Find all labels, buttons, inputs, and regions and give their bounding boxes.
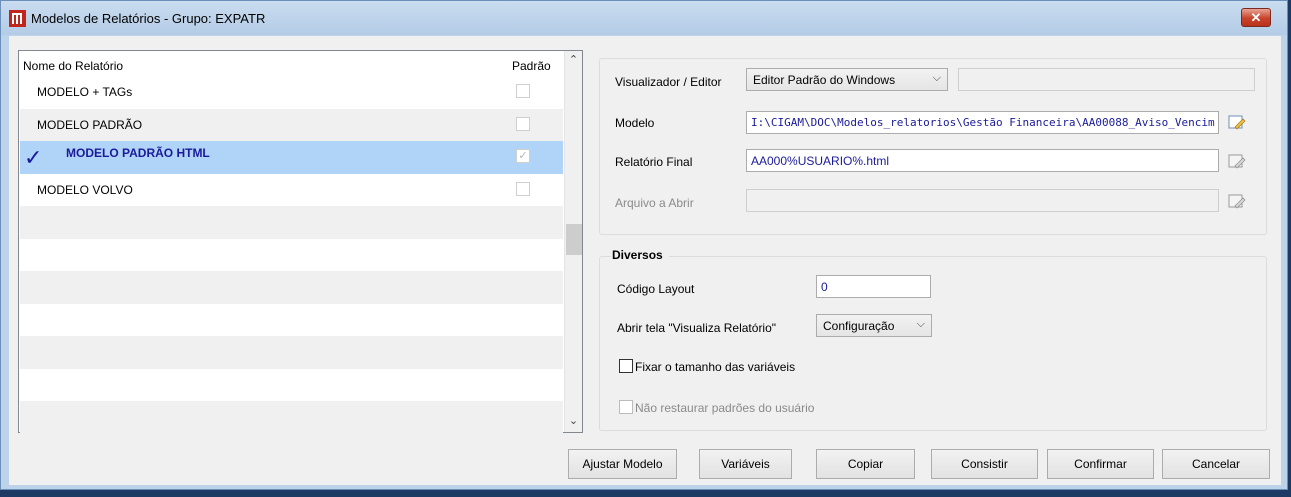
no-restore-checkbox — [619, 400, 633, 414]
viewer-select[interactable]: Editor Padrão do Windows ⌵ — [746, 68, 948, 91]
confirm-button[interactable]: Confirmar — [1047, 449, 1154, 479]
list-item-label: MODELO PADRÃO HTML — [66, 146, 210, 160]
model-path-field[interactable]: I:\CIGAM\DOC\Modelos_relatorios\Gestão F… — [746, 111, 1219, 134]
empty-row — [20, 206, 563, 239]
empty-row — [20, 271, 563, 304]
chevron-down-icon: ⌵ — [916, 318, 925, 330]
open-screen-value: Configuração — [823, 319, 895, 333]
empty-row — [20, 401, 563, 434]
report-models-window: Modelos de Relatórios - Grupo: EXPATR ✕ … — [0, 0, 1288, 490]
title-bar[interactable]: Modelos de Relatórios - Grupo: EXPATR ✕ — [1, 1, 1287, 35]
report-list[interactable]: Nome do Relatório Padrão MODELO + TAGs M… — [18, 50, 583, 434]
viewer-label: Visualizador / Editor — [615, 75, 722, 89]
default-checkbox[interactable]: ✓ — [516, 149, 530, 163]
model-label: Modelo — [615, 116, 655, 130]
app-logo-icon — [9, 10, 26, 27]
fix-size-checkbox[interactable] — [619, 359, 633, 373]
viewer-select-value: Editor Padrão do Windows — [753, 73, 896, 87]
list-header: Nome do Relatório Padrão — [19, 51, 563, 75]
close-button[interactable]: ✕ — [1241, 8, 1271, 27]
cancel-button[interactable]: Cancelar — [1162, 449, 1270, 479]
misc-group-title: Diversos — [611, 248, 669, 262]
list-rows: MODELO + TAGs MODELO PADRÃO ✓ MODELO PAD… — [20, 76, 563, 434]
list-item-selected[interactable]: ✓ MODELO PADRÃO HTML ✓ — [20, 141, 563, 174]
check-button[interactable]: Consistir — [931, 449, 1038, 479]
column-header-name[interactable]: Nome do Relatório — [23, 59, 123, 73]
variables-button[interactable]: Variáveis — [699, 449, 792, 479]
checkmark-icon: ✓ — [24, 145, 43, 170]
file-to-open-field — [746, 189, 1219, 212]
list-item-label: MODELO + TAGs — [37, 85, 133, 99]
scroll-down-icon[interactable]: ⌄ — [565, 414, 582, 430]
list-item-label: MODELO VOLVO — [37, 182, 133, 197]
no-restore-label: Não restaurar padrões do usuário — [635, 401, 815, 415]
final-report-field[interactable]: AA000%USUARIO%.html — [746, 149, 1219, 172]
empty-row — [20, 239, 563, 272]
empty-row — [20, 336, 563, 369]
empty-row — [20, 304, 563, 337]
copy-button[interactable]: Copiar — [816, 449, 915, 479]
column-header-default[interactable]: Padrão — [512, 59, 551, 73]
open-screen-label: Abrir tela "Visualiza Relatório" — [617, 321, 777, 335]
list-item-label: MODELO PADRÃO — [37, 117, 143, 132]
default-checkbox[interactable] — [516, 84, 530, 98]
scroll-up-icon[interactable]: ⌃ — [565, 53, 582, 69]
list-item[interactable]: MODELO + TAGs — [20, 76, 563, 109]
open-screen-select[interactable]: Configuração ⌵ — [816, 314, 932, 337]
empty-row — [20, 369, 563, 402]
taskbar-strip — [0, 490, 1291, 497]
file-to-open-label: Arquivo a Abrir — [615, 196, 694, 210]
final-report-label: Relatório Final — [615, 155, 693, 169]
dialog-body: Nome do Relatório Padrão MODELO + TAGs M… — [9, 36, 1281, 485]
list-item[interactable]: MODELO VOLVO — [20, 174, 563, 207]
window-title: Modelos de Relatórios - Grupo: EXPATR — [31, 11, 266, 26]
layout-code-field[interactable]: 0 — [816, 275, 931, 298]
default-checkbox[interactable] — [516, 181, 530, 196]
viewer-extra-field — [958, 68, 1255, 91]
layout-code-label: Código Layout — [617, 282, 695, 296]
scroll-thumb[interactable] — [566, 224, 582, 255]
edit-file-icon[interactable] — [1228, 154, 1246, 170]
list-item[interactable]: MODELO PADRÃO — [20, 108, 563, 141]
adjust-model-button[interactable]: Ajustar Modelo — [568, 449, 677, 479]
edit-file-icon[interactable] — [1228, 115, 1246, 131]
chevron-down-icon: ⌵ — [932, 72, 941, 84]
fix-size-label[interactable]: Fixar o tamanho das variáveis — [635, 360, 795, 374]
default-checkbox[interactable] — [516, 116, 530, 131]
edit-file-icon — [1228, 194, 1246, 209]
vertical-scrollbar[interactable]: ⌃ ⌄ — [564, 51, 582, 432]
